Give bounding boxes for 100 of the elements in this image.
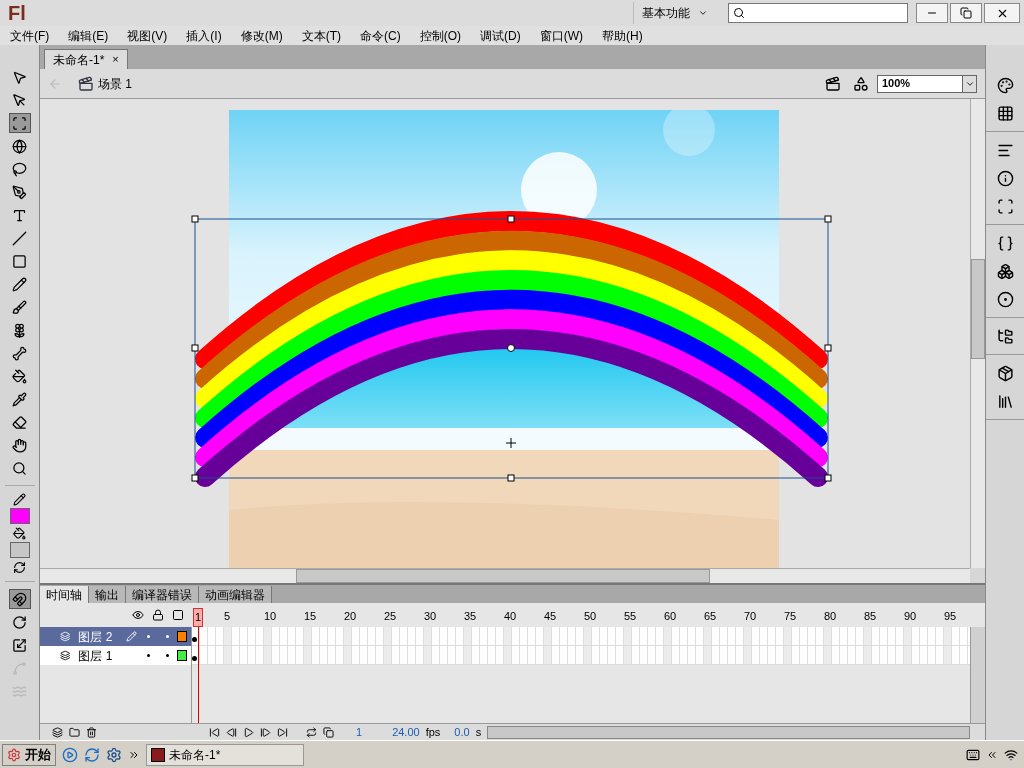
frame-number: 70: [744, 609, 757, 624]
layer-icon: [60, 650, 71, 661]
play-icon[interactable]: [243, 726, 254, 738]
dashed-frame-icon: [996, 197, 1014, 215]
search-field[interactable]: [728, 3, 908, 23]
first-frame-icon[interactable]: [209, 726, 220, 738]
folder-icon[interactable]: [69, 726, 80, 738]
menu-item[interactable]: 调试(D): [474, 26, 527, 45]
scene-label[interactable]: 场景 1: [98, 74, 132, 93]
close-button[interactable]: [984, 3, 1020, 23]
layer-row[interactable]: 图层 1: [40, 646, 191, 665]
caret-icon: [698, 8, 708, 18]
network-icon[interactable]: [1004, 747, 1018, 762]
menu-item[interactable]: 插入(I): [180, 26, 228, 45]
taskbar-task[interactable]: 未命名-1*: [146, 743, 304, 766]
step-back-icon[interactable]: [226, 726, 237, 738]
swap-colors-icon: [13, 561, 26, 574]
current-frame[interactable]: 1: [356, 723, 363, 741]
palette-icon: [996, 76, 1014, 94]
menu-item[interactable]: 文本(T): [295, 26, 347, 45]
document-tab[interactable]: 未命名-1* ×: [44, 49, 128, 69]
menu-item[interactable]: 窗口(W): [533, 26, 589, 45]
last-frame-icon[interactable]: [277, 726, 288, 738]
braces-icon: [996, 234, 1014, 252]
lasso-icon: [12, 161, 27, 177]
folder-tree-icon: [996, 327, 1014, 345]
pointer-outline-icon: [12, 92, 27, 108]
timeline-horizontal-scrollbar[interactable]: [487, 725, 970, 739]
menu-item[interactable]: 编辑(E): [62, 26, 115, 45]
elapsed-time[interactable]: 0.0: [454, 723, 470, 741]
start-button[interactable]: 开始: [2, 743, 56, 766]
horizontal-scrollbar[interactable]: [40, 568, 970, 583]
boxes-icon: [996, 262, 1014, 280]
outline-icon[interactable]: [172, 609, 184, 621]
paint-bucket-icon: [12, 368, 27, 384]
app-logo: Fl: [8, 3, 26, 23]
frame-number: 55: [624, 609, 637, 624]
frame-number: 10: [264, 609, 277, 624]
menu-item[interactable]: 文件(F): [4, 26, 56, 45]
outline-color[interactable]: [176, 650, 187, 661]
restore-icon: [960, 7, 972, 19]
timeline-scrollbar[interactable]: [970, 627, 985, 723]
tab-close[interactable]: ×: [112, 51, 119, 68]
minimize-button[interactable]: [916, 3, 948, 23]
panel-tab[interactable]: 动画编辑器: [199, 586, 272, 603]
workspace-dropdown[interactable]: 基本功能: [633, 2, 716, 24]
menu-item[interactable]: 修改(M): [234, 26, 289, 45]
menu-item[interactable]: 控制(O): [413, 26, 467, 45]
paint-bucket-icon: [13, 527, 26, 540]
color-swatch[interactable]: [9, 542, 30, 558]
gear-icon[interactable]: [106, 746, 122, 763]
panel-tab[interactable]: 输出: [89, 586, 126, 603]
lock-icon[interactable]: [152, 609, 164, 621]
frame-number: 25: [384, 609, 397, 624]
frame-number: 1: [193, 608, 204, 627]
restore-button[interactable]: [950, 3, 982, 23]
frame-number: 50: [584, 609, 597, 624]
frame-number: 40: [504, 609, 517, 624]
pointer-icon: [12, 69, 27, 85]
zoom-field[interactable]: 100%: [877, 74, 977, 93]
panel-tab[interactable]: 时间轴: [40, 586, 89, 603]
frame-number: 85: [864, 609, 877, 624]
frame-rate[interactable]: 24.00: [392, 723, 420, 741]
menu-item[interactable]: 帮助(H): [596, 26, 649, 45]
flower-icon: [12, 322, 27, 338]
panel-tab[interactable]: 编译器错误: [126, 586, 199, 603]
keyboard-icon[interactable]: [966, 747, 980, 762]
eye-icon[interactable]: [132, 609, 144, 621]
outline-color[interactable]: [176, 631, 187, 642]
new-layer-icon[interactable]: [52, 726, 63, 738]
brush-icon: [12, 299, 27, 315]
refresh-icon[interactable]: [84, 746, 100, 763]
menu-item[interactable]: 命令(C): [354, 26, 407, 45]
media-player-icon[interactable]: [62, 746, 78, 763]
text-icon: [12, 207, 27, 223]
layer-name: 图层 1: [78, 647, 114, 665]
trash-icon[interactable]: [86, 726, 97, 738]
pencil-icon: [13, 493, 26, 506]
frame-number: 80: [824, 609, 837, 624]
frame-number: 15: [304, 609, 317, 624]
step-forward-icon[interactable]: [260, 726, 271, 738]
tool-button[interactable]: [8, 113, 31, 133]
globe-icon: [12, 138, 27, 154]
time-unit: s: [475, 724, 482, 740]
magnifier-icon: [12, 460, 27, 476]
frame-number: 20: [344, 609, 357, 624]
tab-title: 未命名-1*: [53, 51, 105, 69]
frame-number: 60: [664, 609, 677, 624]
grid-icon: [996, 104, 1014, 122]
shapes-icon[interactable]: [853, 75, 869, 92]
layer-row[interactable]: 图层 2: [40, 627, 191, 646]
color-swatch[interactable]: [9, 508, 30, 524]
clapperboard-icon[interactable]: [825, 75, 841, 92]
onion-skin-icon[interactable]: [323, 726, 334, 738]
eraser-icon: [12, 414, 27, 430]
loop-icon[interactable]: [306, 726, 317, 738]
menu-item[interactable]: 视图(V): [121, 26, 174, 45]
vertical-scrollbar[interactable]: [970, 99, 985, 568]
dashed-frame-icon: [12, 115, 27, 131]
pencil-icon: [12, 276, 27, 292]
